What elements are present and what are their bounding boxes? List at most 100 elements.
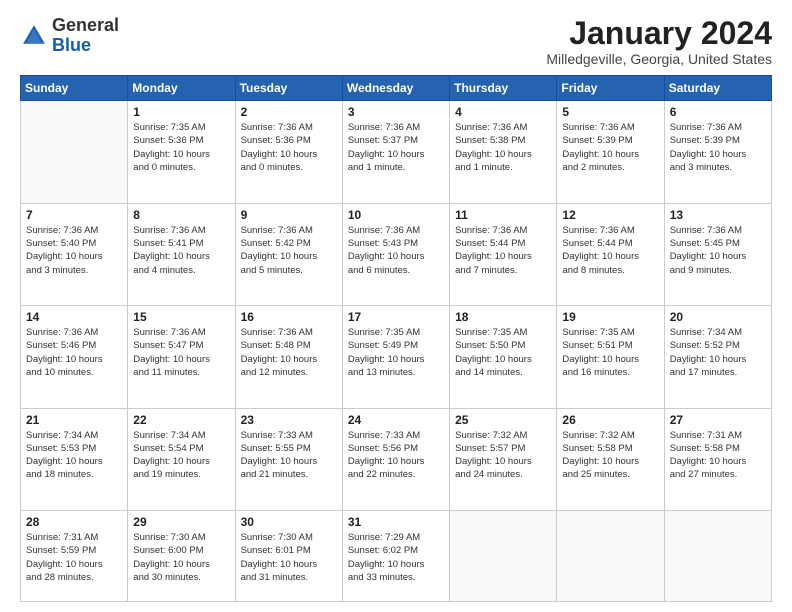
week-row-5: 28Sunrise: 7:31 AM Sunset: 5:59 PM Dayli… xyxy=(21,510,772,601)
calendar-cell: 11 Sunrise: 7:36 AM Sunset: 5:44 PM Dayli… xyxy=(450,203,557,305)
day-number: 11 xyxy=(455,208,551,222)
day-info: Sunrise: 7:34 AM Sunset: 5:54 PM Dayligh… xyxy=(133,429,229,482)
calendar-cell: 16 Sunrise: 7:36 AM Sunset: 5:48 PM Dayli… xyxy=(235,306,342,408)
header: General Blue January 2024 Milledgeville,… xyxy=(20,16,772,67)
calendar-cell: 13 Sunrise: 7:36 AM Sunset: 5:45 PM Dayli… xyxy=(664,203,771,305)
day-info: Sunrise: 7:36 AM Sunset: 5:43 PM Dayligh… xyxy=(348,224,444,277)
day-number: 5 xyxy=(562,105,658,119)
day-info: Sunrise: 7:36 AM Sunset: 5:44 PM Dayligh… xyxy=(455,224,551,277)
weekday-saturday: Saturday xyxy=(664,76,771,101)
calendar-cell: 30 Sunrise: 7:30 AM Sunset: 6:01 PM Dayli… xyxy=(235,510,342,601)
weekday-tuesday: Tuesday xyxy=(235,76,342,101)
calendar-cell: 19 Sunrise: 7:35 AM Sunset: 5:51 PM Dayli… xyxy=(557,306,664,408)
calendar-cell: 2Sunrise: 7:36 AM Sunset: 5:36 PM Daylig… xyxy=(235,101,342,203)
day-number: 31 xyxy=(348,515,444,529)
day-info: Sunrise: 7:36 AM Sunset: 5:46 PM Dayligh… xyxy=(26,326,122,379)
calendar-cell: 27 Sunrise: 7:31 AM Sunset: 5:58 PM Dayli… xyxy=(664,408,771,510)
day-info: Sunrise: 7:36 AM Sunset: 5:38 PM Dayligh… xyxy=(455,121,551,174)
day-number: 30 xyxy=(241,515,337,529)
day-info: Sunrise: 7:34 AM Sunset: 5:53 PM Dayligh… xyxy=(26,429,122,482)
calendar-cell: 31 Sunrise: 7:29 AM Sunset: 6:02 PM Dayli… xyxy=(342,510,449,601)
day-info: Sunrise: 7:30 AM Sunset: 6:01 PM Dayligh… xyxy=(241,531,337,584)
day-number: 2 xyxy=(241,105,337,119)
day-info: Sunrise: 7:35 AM Sunset: 5:49 PM Dayligh… xyxy=(348,326,444,379)
calendar-cell: 5 Sunrise: 7:36 AM Sunset: 5:39 PM Daylig… xyxy=(557,101,664,203)
calendar-cell: 23Sunrise: 7:33 AM Sunset: 5:55 PM Dayli… xyxy=(235,408,342,510)
calendar-cell xyxy=(557,510,664,601)
day-number: 27 xyxy=(670,413,766,427)
day-number: 17 xyxy=(348,310,444,324)
day-number: 10 xyxy=(348,208,444,222)
day-info: Sunrise: 7:36 AM Sunset: 5:48 PM Dayligh… xyxy=(241,326,337,379)
calendar-cell xyxy=(450,510,557,601)
day-number: 4 xyxy=(455,105,551,119)
calendar-cell: 4 Sunrise: 7:36 AM Sunset: 5:38 PM Daylig… xyxy=(450,101,557,203)
calendar-cell: 15Sunrise: 7:36 AM Sunset: 5:47 PM Dayli… xyxy=(128,306,235,408)
calendar-cell xyxy=(664,510,771,601)
calendar-cell: 3Sunrise: 7:36 AM Sunset: 5:37 PM Daylig… xyxy=(342,101,449,203)
day-info: Sunrise: 7:33 AM Sunset: 5:55 PM Dayligh… xyxy=(241,429,337,482)
day-number: 6 xyxy=(670,105,766,119)
calendar-cell: 24 Sunrise: 7:33 AM Sunset: 5:56 PM Dayli… xyxy=(342,408,449,510)
calendar-cell: 25 Sunrise: 7:32 AM Sunset: 5:57 PM Dayli… xyxy=(450,408,557,510)
calendar-cell: 7Sunrise: 7:36 AM Sunset: 5:40 PM Daylig… xyxy=(21,203,128,305)
calendar-cell: 17 Sunrise: 7:35 AM Sunset: 5:49 PM Dayli… xyxy=(342,306,449,408)
logo: General Blue xyxy=(20,16,119,56)
title-location: Milledgeville, Georgia, United States xyxy=(546,51,772,67)
calendar-cell: 1Sunrise: 7:35 AM Sunset: 5:36 PM Daylig… xyxy=(128,101,235,203)
calendar-cell: 12 Sunrise: 7:36 AM Sunset: 5:44 PM Dayli… xyxy=(557,203,664,305)
weekday-sunday: Sunday xyxy=(21,76,128,101)
calendar-cell: 29 Sunrise: 7:30 AM Sunset: 6:00 PM Dayli… xyxy=(128,510,235,601)
day-info: Sunrise: 7:35 AM Sunset: 5:50 PM Dayligh… xyxy=(455,326,551,379)
calendar-cell: 20Sunrise: 7:34 AM Sunset: 5:52 PM Dayli… xyxy=(664,306,771,408)
week-row-2: 7Sunrise: 7:36 AM Sunset: 5:40 PM Daylig… xyxy=(21,203,772,305)
day-info: Sunrise: 7:30 AM Sunset: 6:00 PM Dayligh… xyxy=(133,531,229,584)
calendar-cell: 6 Sunrise: 7:36 AM Sunset: 5:39 PM Daylig… xyxy=(664,101,771,203)
day-info: Sunrise: 7:36 AM Sunset: 5:40 PM Dayligh… xyxy=(26,224,122,277)
day-info: Sunrise: 7:36 AM Sunset: 5:37 PM Dayligh… xyxy=(348,121,444,174)
day-number: 29 xyxy=(133,515,229,529)
day-number: 26 xyxy=(562,413,658,427)
weekday-friday: Friday xyxy=(557,76,664,101)
day-number: 13 xyxy=(670,208,766,222)
logo-text: General Blue xyxy=(52,16,119,56)
day-number: 21 xyxy=(26,413,122,427)
weekday-wednesday: Wednesday xyxy=(342,76,449,101)
calendar-cell: 10 Sunrise: 7:36 AM Sunset: 5:43 PM Dayli… xyxy=(342,203,449,305)
logo-blue: Blue xyxy=(52,35,91,55)
day-number: 24 xyxy=(348,413,444,427)
calendar-cell: 18 Sunrise: 7:35 AM Sunset: 5:50 PM Dayli… xyxy=(450,306,557,408)
weekday-header-row: SundayMondayTuesdayWednesdayThursdayFrid… xyxy=(21,76,772,101)
calendar-cell: 14 Sunrise: 7:36 AM Sunset: 5:46 PM Dayli… xyxy=(21,306,128,408)
day-info: Sunrise: 7:32 AM Sunset: 5:58 PM Dayligh… xyxy=(562,429,658,482)
calendar-cell: 9Sunrise: 7:36 AM Sunset: 5:42 PM Daylig… xyxy=(235,203,342,305)
calendar-cell: 28Sunrise: 7:31 AM Sunset: 5:59 PM Dayli… xyxy=(21,510,128,601)
title-block: January 2024 Milledgeville, Georgia, Uni… xyxy=(546,16,772,67)
day-number: 22 xyxy=(133,413,229,427)
day-number: 8 xyxy=(133,208,229,222)
day-info: Sunrise: 7:36 AM Sunset: 5:45 PM Dayligh… xyxy=(670,224,766,277)
day-number: 18 xyxy=(455,310,551,324)
day-info: Sunrise: 7:31 AM Sunset: 5:58 PM Dayligh… xyxy=(670,429,766,482)
title-month: January 2024 xyxy=(546,16,772,51)
calendar-cell: 8Sunrise: 7:36 AM Sunset: 5:41 PM Daylig… xyxy=(128,203,235,305)
day-info: Sunrise: 7:36 AM Sunset: 5:39 PM Dayligh… xyxy=(670,121,766,174)
day-info: Sunrise: 7:35 AM Sunset: 5:51 PM Dayligh… xyxy=(562,326,658,379)
day-number: 19 xyxy=(562,310,658,324)
logo-general: General xyxy=(52,15,119,35)
day-number: 12 xyxy=(562,208,658,222)
day-info: Sunrise: 7:36 AM Sunset: 5:44 PM Dayligh… xyxy=(562,224,658,277)
day-number: 14 xyxy=(26,310,122,324)
calendar-table: SundayMondayTuesdayWednesdayThursdayFrid… xyxy=(20,75,772,602)
day-info: Sunrise: 7:31 AM Sunset: 5:59 PM Dayligh… xyxy=(26,531,122,584)
day-number: 1 xyxy=(133,105,229,119)
day-info: Sunrise: 7:33 AM Sunset: 5:56 PM Dayligh… xyxy=(348,429,444,482)
day-number: 25 xyxy=(455,413,551,427)
day-number: 16 xyxy=(241,310,337,324)
day-info: Sunrise: 7:29 AM Sunset: 6:02 PM Dayligh… xyxy=(348,531,444,584)
day-info: Sunrise: 7:32 AM Sunset: 5:57 PM Dayligh… xyxy=(455,429,551,482)
day-info: Sunrise: 7:36 AM Sunset: 5:39 PM Dayligh… xyxy=(562,121,658,174)
week-row-3: 14 Sunrise: 7:36 AM Sunset: 5:46 PM Dayli… xyxy=(21,306,772,408)
calendar-cell: 21 Sunrise: 7:34 AM Sunset: 5:53 PM Dayli… xyxy=(21,408,128,510)
week-row-1: 1Sunrise: 7:35 AM Sunset: 5:36 PM Daylig… xyxy=(21,101,772,203)
